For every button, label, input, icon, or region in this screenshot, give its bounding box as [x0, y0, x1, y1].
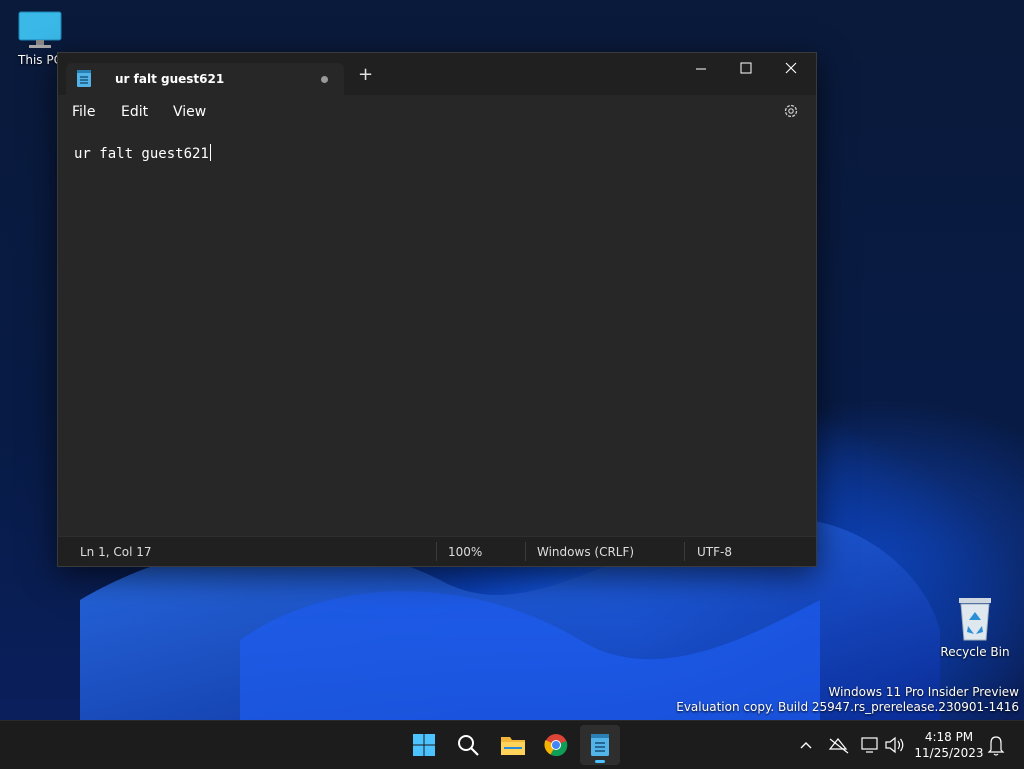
watermark-line-1: Windows 11 Pro Insider Preview — [828, 685, 1019, 699]
notepad-icon — [77, 70, 91, 87]
recycle-bin-icon — [959, 598, 991, 641]
evaluation-watermark: Windows 11 Pro Insider Preview Evaluatio… — [676, 685, 1019, 715]
menu-view[interactable]: View — [173, 104, 206, 120]
notepad-icon — [591, 734, 609, 756]
volume-icon[interactable] — [884, 721, 906, 769]
text-caret — [209, 144, 211, 161]
search-icon — [458, 735, 479, 756]
search-button[interactable] — [448, 725, 488, 765]
editor-content: ur falt guest621 — [74, 146, 209, 162]
line-ending: Windows (CRLF) — [537, 545, 635, 559]
file-explorer-icon — [501, 737, 525, 755]
close-icon — [785, 62, 797, 74]
watermark-line-2: Evaluation copy. Build 25947.rs_prerelea… — [676, 700, 1019, 714]
active-app-indicator — [595, 760, 605, 763]
status-bar: Ln 1, Col 17 100% Windows (CRLF) UTF-8 — [58, 536, 816, 566]
status-divider — [525, 542, 526, 561]
cursor-position: Ln 1, Col 17 — [80, 545, 152, 559]
zoom-level: 100% — [448, 545, 483, 559]
minimize-icon — [696, 68, 706, 70]
gear-icon[interactable] — [782, 102, 800, 120]
menu-edit[interactable]: Edit — [121, 104, 148, 120]
title-bar: ur falt guest621 + — [58, 53, 816, 95]
start-icon — [413, 734, 435, 756]
network-offline-icon[interactable] — [828, 721, 850, 769]
menu-file[interactable]: File — [72, 104, 95, 120]
unsaved-indicator[interactable] — [321, 76, 328, 83]
notification-bell-icon[interactable] — [987, 721, 1005, 769]
taskbar: 4:18 PM 11/25/2023 — [0, 720, 1024, 769]
recycle-bin-desktop-icon[interactable]: Recycle Bin — [935, 596, 1015, 659]
chrome-button[interactable] — [536, 725, 576, 765]
status-divider — [684, 542, 685, 561]
menu-bar: File Edit View — [58, 95, 816, 129]
status-divider — [436, 542, 437, 561]
monitor-icon — [18, 11, 62, 48]
chrome-icon — [544, 734, 568, 757]
show-hidden-icons-chevron-icon[interactable] — [797, 721, 815, 769]
tab-document[interactable]: ur falt guest621 — [66, 63, 344, 95]
new-tab-button[interactable]: + — [358, 66, 373, 84]
encoding: UTF-8 — [697, 545, 732, 559]
text-editor[interactable]: ur falt guest621 — [58, 129, 816, 536]
start-button[interactable] — [404, 725, 444, 765]
close-button[interactable] — [768, 53, 814, 85]
clock[interactable]: 4:18 PM 11/25/2023 — [914, 729, 984, 761]
maximize-button[interactable] — [723, 53, 769, 85]
file-explorer-button[interactable] — [492, 725, 532, 765]
tab-title: ur falt guest621 — [115, 72, 225, 86]
notepad-window: ur falt guest621 + File Edit View ur fal… — [57, 52, 817, 567]
maximize-icon — [740, 62, 752, 74]
minimize-button[interactable] — [678, 53, 724, 85]
recycle-bin-label: Recycle Bin — [940, 645, 1010, 659]
clock-date: 11/25/2023 — [914, 746, 984, 760]
clock-time: 4:18 PM — [924, 730, 974, 744]
notepad-taskbar-button[interactable] — [580, 725, 620, 765]
display-icon[interactable] — [860, 721, 880, 769]
